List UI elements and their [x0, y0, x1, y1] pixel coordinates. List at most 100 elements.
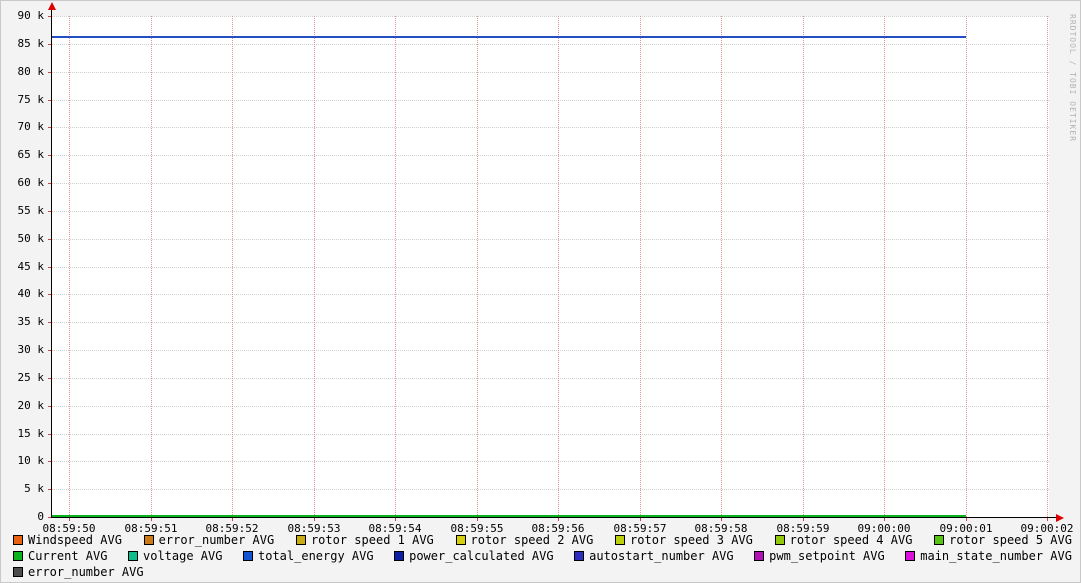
legend-swatch-icon	[243, 551, 253, 561]
legend-item: voltage AVG	[128, 549, 222, 563]
v-gridline	[69, 16, 70, 517]
y-tick-label: 5 k	[1, 482, 44, 495]
x-tick-label: 08:59:55	[441, 522, 513, 535]
h-gridline	[52, 239, 1049, 240]
v-gridline	[1047, 16, 1048, 517]
series-line-total_energy-avg	[52, 36, 966, 38]
legend-item: total_energy AVG	[243, 549, 374, 563]
legend-item: Current AVG	[13, 549, 107, 563]
v-gridline	[232, 16, 233, 517]
y-tick-label: 65 k	[1, 148, 44, 161]
legend-swatch-icon	[754, 551, 764, 561]
y-tick-label: 90 k	[1, 9, 44, 22]
y-tick-label: 35 k	[1, 315, 44, 328]
v-gridline	[151, 16, 152, 517]
y-tick-label: 50 k	[1, 232, 44, 245]
y-tick-label: 40 k	[1, 287, 44, 300]
x-tick-label: 08:59:53	[278, 522, 350, 535]
x-tick-label: 08:59:54	[359, 522, 431, 535]
y-tick-label: 75 k	[1, 93, 44, 106]
h-gridline	[52, 350, 1049, 351]
x-tick-mark	[314, 518, 315, 521]
h-gridline	[52, 489, 1049, 490]
y-tick-label: 45 k	[1, 260, 44, 273]
h-gridline	[52, 100, 1049, 101]
h-gridline	[52, 155, 1049, 156]
legend-swatch-icon	[13, 567, 23, 577]
y-tick-label: 60 k	[1, 176, 44, 189]
legend-swatch-icon	[934, 535, 944, 545]
x-tick-label: 09:00:00	[848, 522, 920, 535]
legend-label: error_number AVG	[28, 565, 144, 579]
x-tick-label: 08:59:50	[33, 522, 105, 535]
h-gridline	[52, 267, 1049, 268]
legend-label: power_calculated AVG	[409, 549, 554, 563]
x-axis-arrow-icon	[1056, 514, 1064, 522]
h-gridline	[52, 434, 1049, 435]
legend-item: main_state_number AVG	[905, 549, 1072, 563]
h-gridline	[52, 44, 1049, 45]
h-gridline	[52, 322, 1049, 323]
x-tick-mark	[640, 518, 641, 521]
h-gridline	[52, 378, 1049, 379]
legend-label: Current AVG	[28, 549, 107, 563]
x-tick-mark	[395, 518, 396, 521]
legend-label: main_state_number AVG	[920, 549, 1072, 563]
x-tick-label: 08:59:59	[767, 522, 839, 535]
x-axis	[51, 517, 1057, 518]
v-gridline	[477, 16, 478, 517]
x-tick-label: 08:59:57	[604, 522, 676, 535]
x-tick-mark	[1047, 518, 1048, 521]
h-gridline	[52, 406, 1049, 407]
y-axis	[51, 9, 52, 518]
legend-swatch-icon	[13, 535, 23, 545]
h-gridline	[52, 461, 1049, 462]
h-gridline	[52, 294, 1049, 295]
x-tick-label: 08:59:56	[522, 522, 594, 535]
h-gridline	[52, 211, 1049, 212]
x-tick-mark	[803, 518, 804, 521]
x-tick-mark	[721, 518, 722, 521]
legend-swatch-icon	[615, 535, 625, 545]
h-gridline	[52, 127, 1049, 128]
y-tick-label: 55 k	[1, 204, 44, 217]
y-tick-label: 20 k	[1, 399, 44, 412]
v-gridline	[966, 16, 967, 517]
x-tick-label: 09:00:01	[930, 522, 1002, 535]
legend-row: error_number AVG	[13, 564, 1072, 579]
x-tick-mark	[232, 518, 233, 521]
v-gridline	[558, 16, 559, 517]
v-gridline	[314, 16, 315, 517]
legend-row: Current AVG voltage AVG total_energy AVG po…	[13, 548, 1072, 563]
x-tick-mark	[69, 518, 70, 521]
legend: Windspeed AVGerror_number AVGrotor speed…	[13, 532, 1072, 580]
h-gridline	[52, 183, 1049, 184]
x-tick-mark	[966, 518, 967, 521]
y-tick-label: 80 k	[1, 65, 44, 78]
v-gridline	[803, 16, 804, 517]
x-tick-label: 09:00:02	[1011, 522, 1081, 535]
legend-item: power_calculated AVG	[394, 549, 554, 563]
rrdtool-watermark: RRDTOOL / TOBI OETIKER	[1068, 14, 1077, 142]
legend-swatch-icon	[456, 535, 466, 545]
x-tick-mark	[151, 518, 152, 521]
v-gridline	[884, 16, 885, 517]
v-gridline	[721, 16, 722, 517]
y-tick-label: 25 k	[1, 371, 44, 384]
legend-item: pwm_setpoint AVG	[754, 549, 885, 563]
legend-swatch-icon	[394, 551, 404, 561]
legend-label: voltage AVG	[143, 549, 222, 563]
legend-swatch-icon	[775, 535, 785, 545]
x-tick-mark	[884, 518, 885, 521]
v-gridline	[395, 16, 396, 517]
legend-item: error_number AVG	[13, 565, 144, 579]
x-tick-label: 08:59:52	[196, 522, 268, 535]
legend-swatch-icon	[574, 551, 584, 561]
x-tick-mark	[477, 518, 478, 521]
x-tick-label: 08:59:58	[685, 522, 757, 535]
legend-label: autostart_number AVG	[589, 549, 734, 563]
y-axis-arrow-icon	[48, 2, 56, 10]
legend-swatch-icon	[296, 535, 306, 545]
legend-label: pwm_setpoint AVG	[769, 549, 885, 563]
y-tick-label: 10 k	[1, 454, 44, 467]
